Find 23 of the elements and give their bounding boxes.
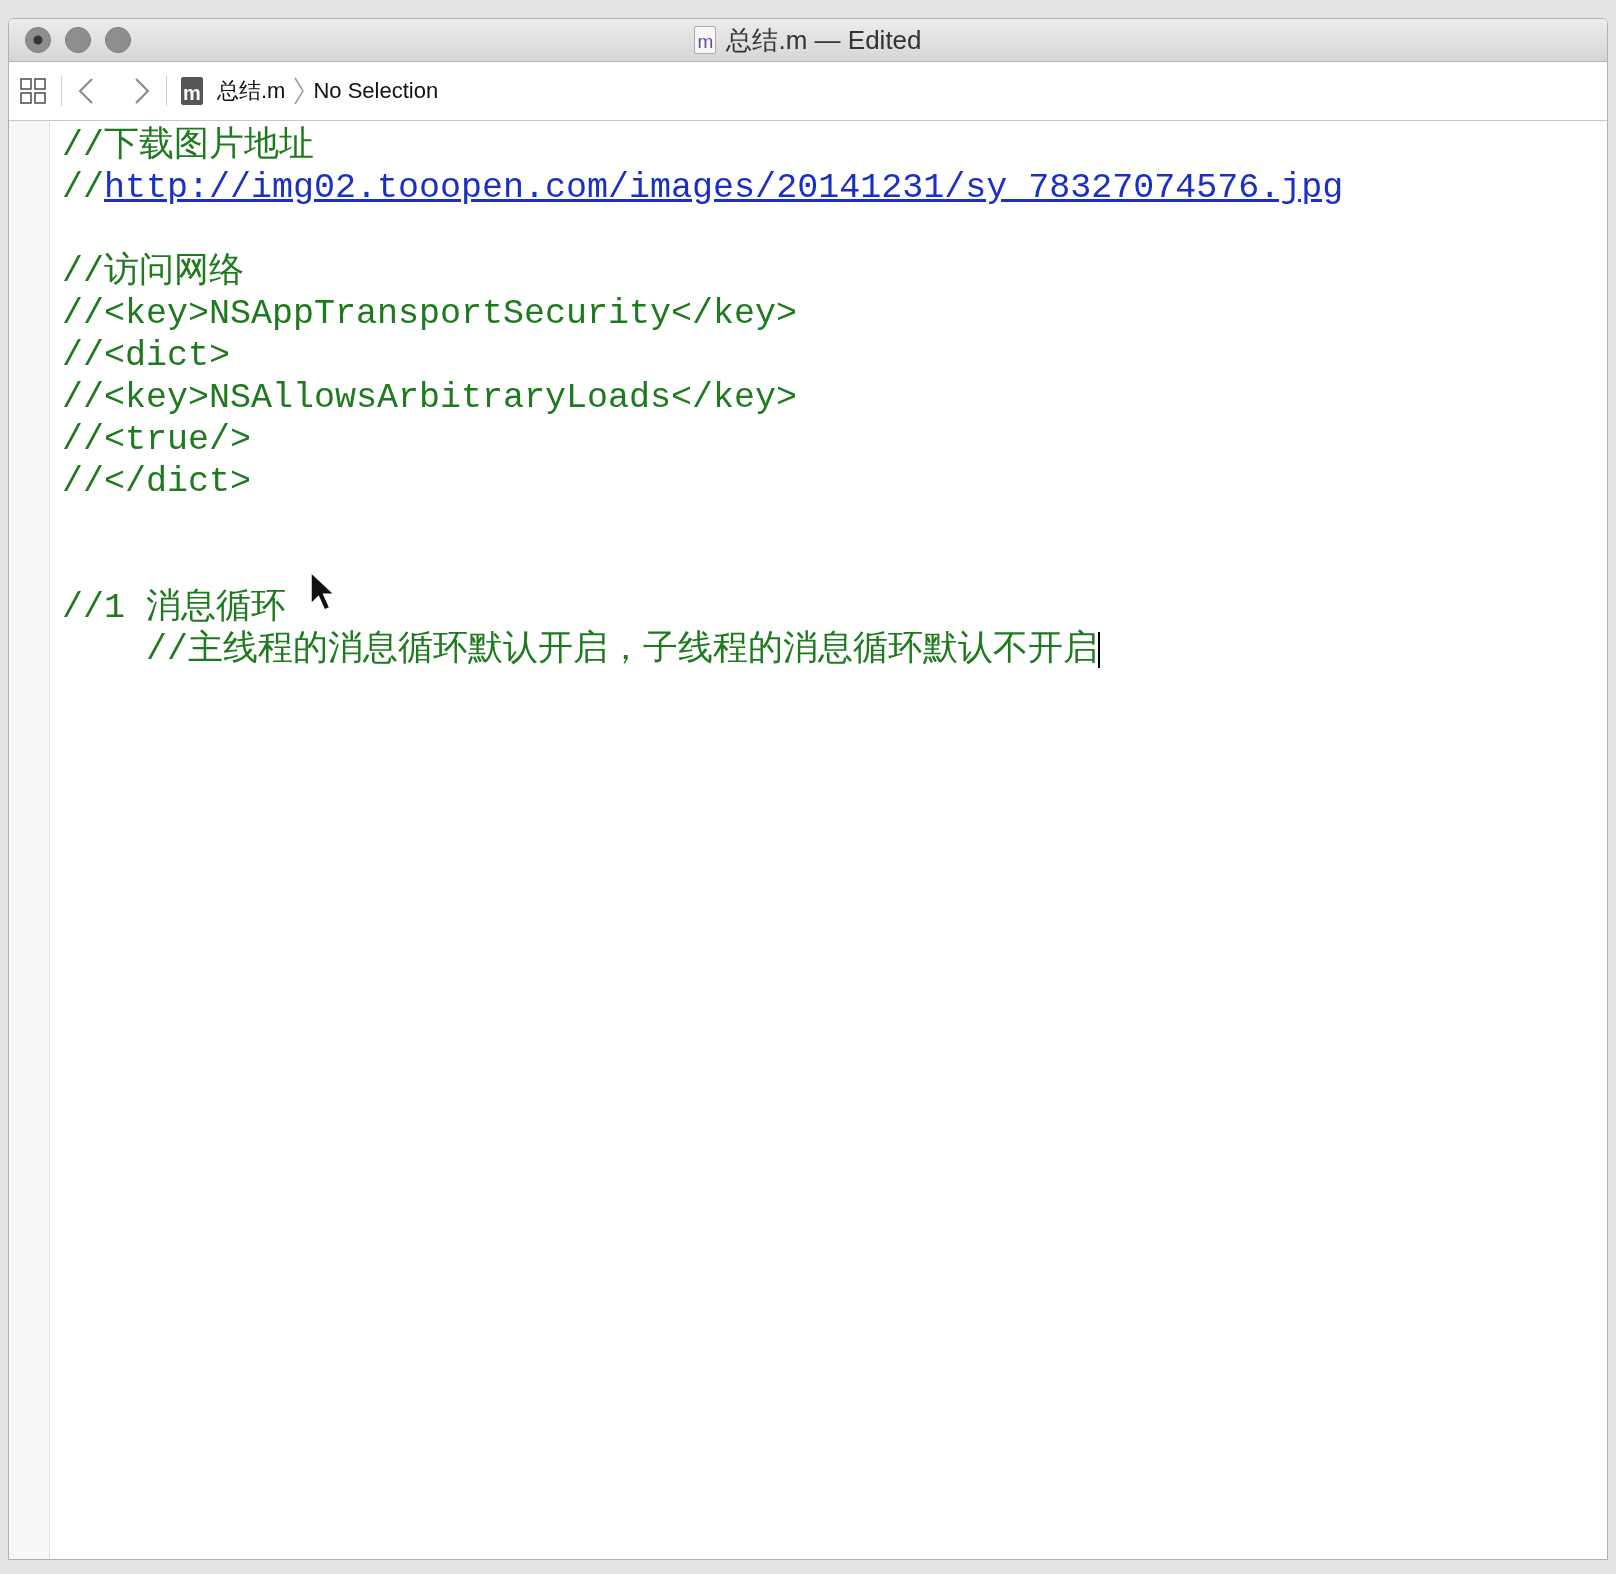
code-line: //<key>NSAppTransportSecurity</key> [62, 294, 798, 334]
minimize-button[interactable] [65, 27, 91, 53]
code-line: //下载图片地址 [62, 126, 314, 166]
file-icon: m [181, 77, 203, 105]
code-line: //<dict> [62, 336, 231, 376]
file-icon: m [694, 26, 717, 54]
code-line: //主线程的消息循环默认开启，子线程的消息循环默认不开启 [146, 630, 1098, 670]
back-icon[interactable] [76, 76, 96, 106]
breadcrumb-item[interactable]: No Selection [313, 78, 439, 104]
code-line: //<key>NSAllowsArbitraryLoads</key> [62, 378, 798, 418]
close-button[interactable] [25, 27, 51, 53]
code-line: //访问网络 [62, 252, 244, 292]
breadcrumb-item[interactable]: 总结.m [217, 76, 286, 106]
zoom-button[interactable] [105, 27, 131, 53]
code-line: //</dict> [62, 462, 252, 502]
window-title: 总结.m — Edited [726, 23, 922, 57]
code-line: //<true/> [62, 420, 252, 460]
code-line: //http://img02.tooopen.com/images/20141231/sy_78327074576.jpg [62, 167, 1344, 209]
forward-icon[interactable] [132, 76, 152, 106]
url-link[interactable]: http://img02.tooopen.com/images/20141231/sy_78327074576.jpg [104, 168, 1344, 208]
code-line: //1 消息循环 [62, 588, 286, 628]
chevron-icon [293, 76, 306, 106]
grid-icon[interactable] [19, 77, 47, 105]
